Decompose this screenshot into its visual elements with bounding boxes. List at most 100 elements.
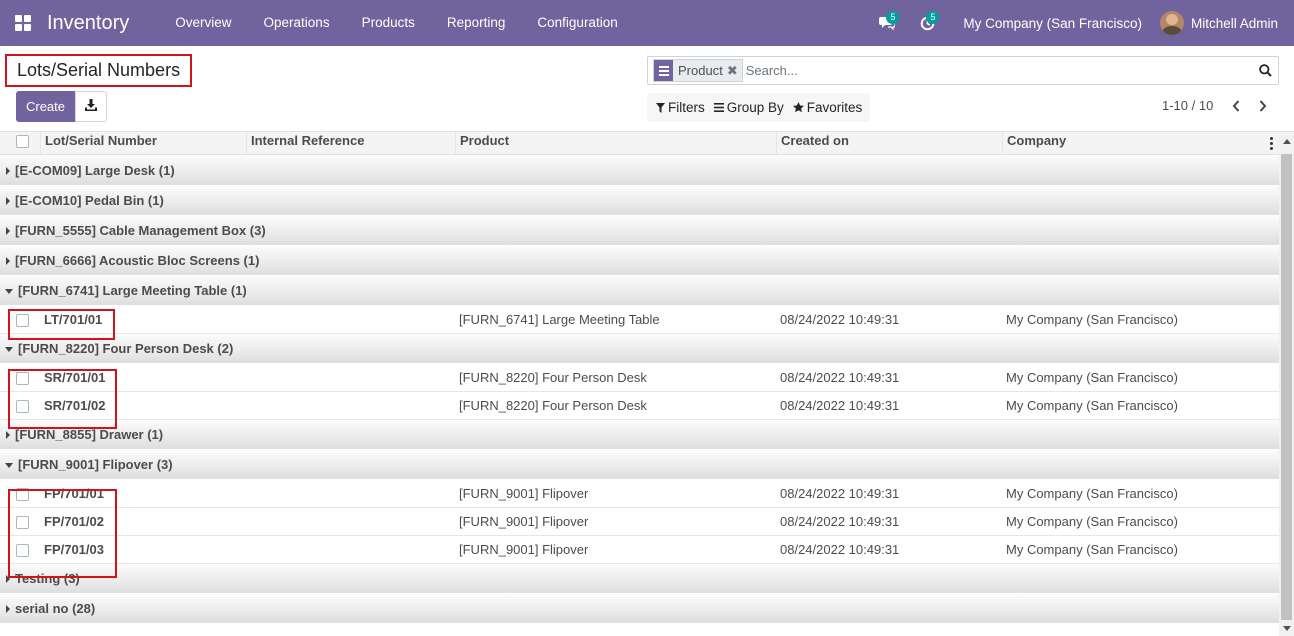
control-panel: Lots/Serial Numbers Create Product ✖ Fil… bbox=[0, 46, 1294, 132]
product-cell: [FURN_8220] Four Person Desk bbox=[459, 370, 647, 385]
table-row[interactable]: FP/701/02 [FURN_9001] Flipover 08/24/2022 … bbox=[0, 508, 1279, 536]
messages-icon[interactable]: 5 bbox=[867, 0, 907, 46]
column-product[interactable]: Product bbox=[455, 132, 777, 155]
facet-remove-icon[interactable]: ✖ bbox=[726, 60, 742, 81]
column-company[interactable]: Company bbox=[1002, 132, 1264, 155]
table-row[interactable]: SR/701/02 [FURN_8220] Four Person Desk 08/… bbox=[0, 392, 1279, 420]
column-lot-serial[interactable]: Lot/Serial Number bbox=[40, 132, 247, 155]
group-row[interactable]: [FURN_8220] Four Person Desk (2) bbox=[0, 334, 1279, 364]
group-label: [FURN_8855] Drawer (1) bbox=[15, 427, 164, 442]
group-label: [E-COM09] Large Desk (1) bbox=[15, 163, 175, 178]
product-cell: [FURN_9001] Flipover bbox=[459, 514, 589, 529]
create-button[interactable]: Create bbox=[16, 91, 75, 122]
menu-configuration[interactable]: Configuration bbox=[521, 0, 633, 46]
bars-icon bbox=[713, 103, 724, 112]
product-cell: [FURN_9001] Flipover bbox=[459, 542, 589, 557]
caret-right-icon bbox=[6, 257, 10, 265]
filters-button[interactable]: Filters bbox=[647, 100, 705, 115]
created-on-cell: 08/24/2022 10:49:31 bbox=[780, 312, 900, 327]
created-on-cell: 08/24/2022 10:49:31 bbox=[780, 370, 900, 385]
lot-serial-cell: SR/701/02 bbox=[44, 398, 106, 413]
company-cell: My Company (San Francisco) bbox=[1006, 542, 1178, 557]
caret-right-icon bbox=[6, 431, 10, 439]
caret-right-icon bbox=[6, 227, 10, 235]
messages-badge: 5 bbox=[886, 11, 900, 24]
created-on-cell: 08/24/2022 10:49:31 bbox=[780, 486, 900, 501]
group-row[interactable]: [FURN_6741] Large Meeting Table (1) bbox=[0, 276, 1279, 306]
group-by-button[interactable]: Group By bbox=[705, 100, 784, 115]
filter-icon bbox=[656, 102, 665, 113]
star-icon bbox=[792, 102, 804, 113]
menu-products[interactable]: Products bbox=[346, 0, 431, 46]
pager-value[interactable]: 1-10 / 10 bbox=[1162, 98, 1213, 113]
company-cell: My Company (San Francisco) bbox=[1006, 398, 1178, 413]
menu-overview[interactable]: Overview bbox=[159, 0, 247, 46]
lot-serial-cell: FP/701/03 bbox=[44, 542, 104, 557]
group-by-icon bbox=[654, 60, 673, 81]
menu-operations[interactable]: Operations bbox=[248, 0, 346, 46]
scroll-up-icon[interactable] bbox=[1283, 139, 1291, 144]
table-row[interactable]: FP/701/03 [FURN_9001] Flipover 08/24/2022 … bbox=[0, 536, 1279, 564]
company-cell: My Company (San Francisco) bbox=[1006, 370, 1178, 385]
caret-down-icon bbox=[5, 347, 13, 352]
app-menu-icon[interactable] bbox=[0, 0, 46, 46]
favorites-button[interactable]: Favorites bbox=[784, 100, 863, 115]
select-all-checkbox[interactable] bbox=[16, 135, 29, 158]
company-cell: My Company (San Francisco) bbox=[1006, 514, 1178, 529]
pager-previous-icon[interactable] bbox=[1224, 94, 1248, 118]
user-menu[interactable]: Mitchell Admin bbox=[1159, 11, 1294, 35]
lot-serial-cell: SR/701/01 bbox=[44, 370, 106, 385]
search-options: Filters Group By Favorites bbox=[647, 93, 871, 122]
pager-next-icon[interactable] bbox=[1251, 94, 1275, 118]
caret-right-icon bbox=[6, 197, 10, 205]
group-label: [FURN_8220] Four Person Desk (2) bbox=[18, 341, 234, 356]
export-button[interactable] bbox=[75, 91, 107, 122]
table-row[interactable]: SR/701/01 [FURN_8220] Four Person Desk 08/… bbox=[0, 364, 1279, 392]
group-label: [FURN_6741] Large Meeting Table (1) bbox=[18, 283, 247, 298]
row-checkbox[interactable] bbox=[16, 372, 29, 388]
group-row[interactable]: [FURN_5555] Cable Management Box (3) bbox=[0, 216, 1279, 246]
search-icon[interactable] bbox=[1252, 58, 1278, 84]
table-row[interactable]: LT/701/01 [FURN_6741] Large Meeting Table… bbox=[0, 306, 1279, 334]
row-checkbox[interactable] bbox=[16, 544, 29, 560]
created-on-cell: 08/24/2022 10:49:31 bbox=[780, 542, 900, 557]
menu-reporting[interactable]: Reporting bbox=[431, 0, 522, 46]
avatar bbox=[1159, 11, 1184, 35]
table-body: [E-COM09] Large Desk (1) [E-COM10] Pedal … bbox=[0, 156, 1279, 624]
download-icon bbox=[85, 99, 97, 114]
scrollbar-thumb[interactable] bbox=[1281, 154, 1292, 620]
group-row[interactable]: [FURN_6666] Acoustic Bloc Screens (1) bbox=[0, 246, 1279, 276]
company-cell: My Company (San Francisco) bbox=[1006, 312, 1178, 327]
group-label: [FURN_5555] Cable Management Box (3) bbox=[15, 223, 266, 238]
table-row[interactable]: FP/701/01 [FURN_9001] Flipover 08/24/2022 … bbox=[0, 480, 1279, 508]
row-checkbox[interactable] bbox=[16, 488, 29, 504]
row-checkbox[interactable] bbox=[16, 314, 29, 330]
column-created-on[interactable]: Created on bbox=[776, 132, 1003, 155]
company-switcher[interactable]: My Company (San Francisco) bbox=[947, 16, 1160, 31]
favorites-label: Favorites bbox=[806, 100, 863, 115]
group-row[interactable]: [E-COM10] Pedal Bin (1) bbox=[0, 186, 1279, 216]
optional-columns-icon[interactable] bbox=[1266, 135, 1276, 151]
scroll-down-icon[interactable] bbox=[1283, 626, 1291, 631]
group-row[interactable]: [E-COM09] Large Desk (1) bbox=[0, 156, 1279, 186]
page-title: Lots/Serial Numbers bbox=[5, 54, 192, 87]
row-checkbox[interactable] bbox=[16, 516, 29, 532]
caret-down-icon bbox=[5, 463, 13, 468]
caret-right-icon bbox=[6, 167, 10, 175]
row-checkbox[interactable] bbox=[16, 400, 29, 416]
group-row[interactable]: [FURN_9001] Flipover (3) bbox=[0, 450, 1279, 480]
search-facet-product: Product ✖ bbox=[653, 59, 743, 82]
group-label: [E-COM10] Pedal Bin (1) bbox=[15, 193, 164, 208]
search-input[interactable] bbox=[745, 58, 1252, 83]
app-name[interactable]: Inventory bbox=[47, 12, 129, 35]
group-row[interactable]: serial no (28) bbox=[0, 594, 1279, 624]
list-view: Lot/Serial Number Internal Reference Pro… bbox=[0, 132, 1294, 636]
group-label: [FURN_9001] Flipover (3) bbox=[18, 457, 173, 472]
column-internal-reference[interactable]: Internal Reference bbox=[246, 132, 455, 155]
group-label: [FURN_6666] Acoustic Bloc Screens (1) bbox=[15, 253, 260, 268]
group-row[interactable]: Testing (3) bbox=[0, 564, 1279, 594]
lot-serial-cell: FP/701/01 bbox=[44, 486, 104, 501]
search-bar: Product ✖ bbox=[647, 56, 1279, 85]
group-row[interactable]: [FURN_8855] Drawer (1) bbox=[0, 420, 1279, 450]
activities-icon[interactable]: 5 bbox=[907, 0, 947, 46]
